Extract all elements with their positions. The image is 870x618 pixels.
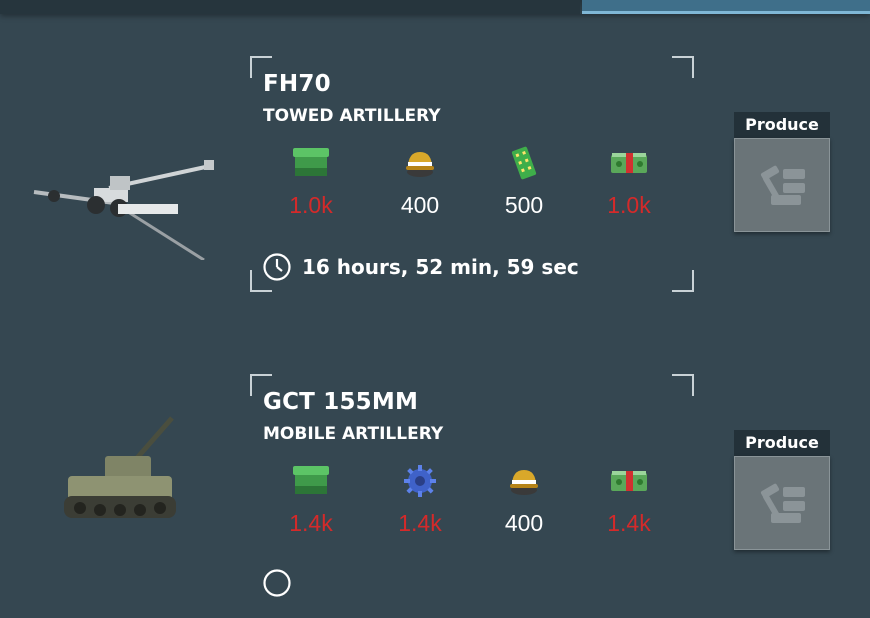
tab-active[interactable] [582, 0, 870, 14]
resource-cost: 1.4k [594, 464, 664, 537]
resource-cost: 1.0k [594, 146, 664, 219]
supplies-crate-icon [291, 146, 331, 180]
production-time [262, 568, 292, 598]
resource-cost: 500 [489, 146, 559, 219]
helmet-icon [400, 146, 440, 180]
resource-value: 1.4k [289, 510, 333, 536]
unit-type: TOWED ARTILLERY [263, 106, 441, 126]
resource-value: 400 [400, 192, 440, 218]
clock-icon [263, 569, 291, 597]
supplies-crate-icon [291, 464, 331, 498]
time-remaining: 16 hours, 52 min, 59 sec [302, 255, 579, 279]
unit-name: FH70 [263, 71, 331, 97]
top-tab-bar [0, 0, 870, 14]
resource-value: 1.0k [289, 192, 333, 218]
produce-label: Produce [734, 112, 830, 138]
resource-cost: 400 [385, 146, 455, 219]
resource-cost: 400 [489, 464, 559, 537]
frame-corner [672, 270, 694, 292]
cash-icon [609, 464, 649, 498]
produce-box[interactable] [734, 456, 830, 550]
unit-name: GCT 155MM [263, 389, 419, 415]
fh70-howitzer-image [33, 160, 214, 260]
resource-value: 500 [504, 192, 544, 218]
produce-button[interactable]: Produce [734, 430, 830, 550]
production-time: 16 hours, 52 min, 59 sec [262, 252, 579, 282]
components-chip-icon [504, 146, 544, 180]
resource-value: 400 [504, 510, 544, 536]
resource-cost: 1.0k [276, 146, 346, 219]
unit-row: GCT 155MM MOBILE ARTILLERY 1.4k 1.4k 400… [0, 368, 870, 618]
produce-label: Produce [734, 430, 830, 456]
clock-icon [263, 253, 291, 281]
resource-cost: 1.4k [385, 464, 455, 537]
unit-info-panel: GCT 155MM MOBILE ARTILLERY 1.4k 1.4k 400… [250, 374, 694, 610]
resource-value: 1.0k [607, 192, 651, 218]
unit-info-panel: FH70 TOWED ARTILLERY 1.0k 400 500 1.0k 1… [250, 56, 694, 292]
frame-corner [672, 56, 694, 78]
produce-box[interactable] [734, 138, 830, 232]
unit-type: MOBILE ARTILLERY [263, 424, 444, 444]
helmet-icon [504, 464, 544, 498]
gct-155mm-artillery-image [64, 416, 176, 518]
resource-value: 1.4k [607, 510, 651, 536]
cash-icon [609, 146, 649, 180]
frame-corner [672, 374, 694, 396]
tab-inactive[interactable] [0, 0, 580, 14]
resource-value: 1.4k [398, 510, 442, 536]
gear-icon [400, 464, 440, 498]
resource-cost: 1.4k [276, 464, 346, 537]
hammer-build-icon [760, 165, 805, 205]
produce-button[interactable]: Produce [734, 112, 830, 232]
unit-row: FH70 TOWED ARTILLERY 1.0k 400 500 1.0k 1… [0, 50, 870, 300]
hammer-build-icon [760, 483, 805, 523]
